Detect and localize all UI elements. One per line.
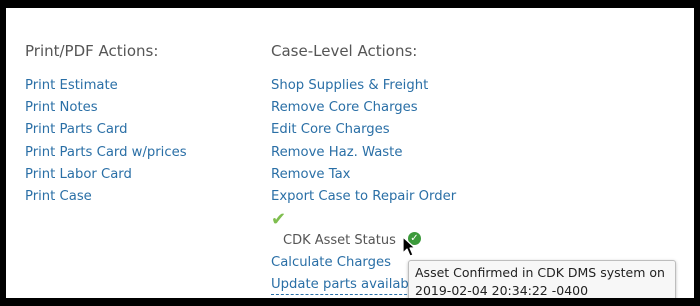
remove-haz-waste-link[interactable]: Remove Haz. Waste (271, 142, 456, 164)
remove-tax-link[interactable]: Remove Tax (271, 164, 456, 186)
print-actions-heading: Print/PDF Actions: (25, 42, 159, 60)
asset-status-label: CDK Asset Status (283, 233, 396, 249)
print-case-link[interactable]: Print Case (25, 186, 187, 208)
edit-core-charges-link[interactable]: Edit Core Charges (271, 119, 456, 141)
export-case-repair-order-link[interactable]: Export Case to Repair Order (271, 186, 456, 208)
shop-supplies-freight-link[interactable]: Shop Supplies & Freight (271, 75, 456, 97)
case-actions-column: Case-Level Actions: Shop Supplies & Frei… (271, 42, 456, 297)
print-notes-link[interactable]: Print Notes (25, 97, 187, 119)
checkmark-icon: ✔ (271, 209, 287, 231)
tooltip-line-1: Asset Confirmed in CDK DMS system on (415, 265, 665, 280)
print-actions-column: Print/PDF Actions: Print Estimate Print … (25, 42, 187, 208)
print-estimate-link[interactable]: Print Estimate (25, 75, 187, 97)
case-actions-panel: Print/PDF Actions: Print Estimate Print … (6, 8, 694, 298)
print-labor-card-link[interactable]: Print Labor Card (25, 164, 187, 186)
asset-status-row: CDK Asset Status ✓ (271, 230, 456, 252)
mouse-pointer-icon (402, 236, 416, 257)
asset-status-tooltip: Asset Confirmed in CDK DMS system on 201… (408, 260, 676, 298)
remove-core-charges-link[interactable]: Remove Core Charges (271, 97, 456, 119)
export-success-row: ✔ (271, 208, 456, 230)
print-parts-card-prices-link[interactable]: Print Parts Card w/prices (25, 142, 187, 164)
print-parts-card-link[interactable]: Print Parts Card (25, 119, 187, 141)
case-actions-heading: Case-Level Actions: (271, 42, 418, 60)
update-parts-availability-label: Update parts availabi (271, 276, 413, 296)
tooltip-line-2: 2019-02-04 20:34:22 -0400 (415, 283, 589, 298)
